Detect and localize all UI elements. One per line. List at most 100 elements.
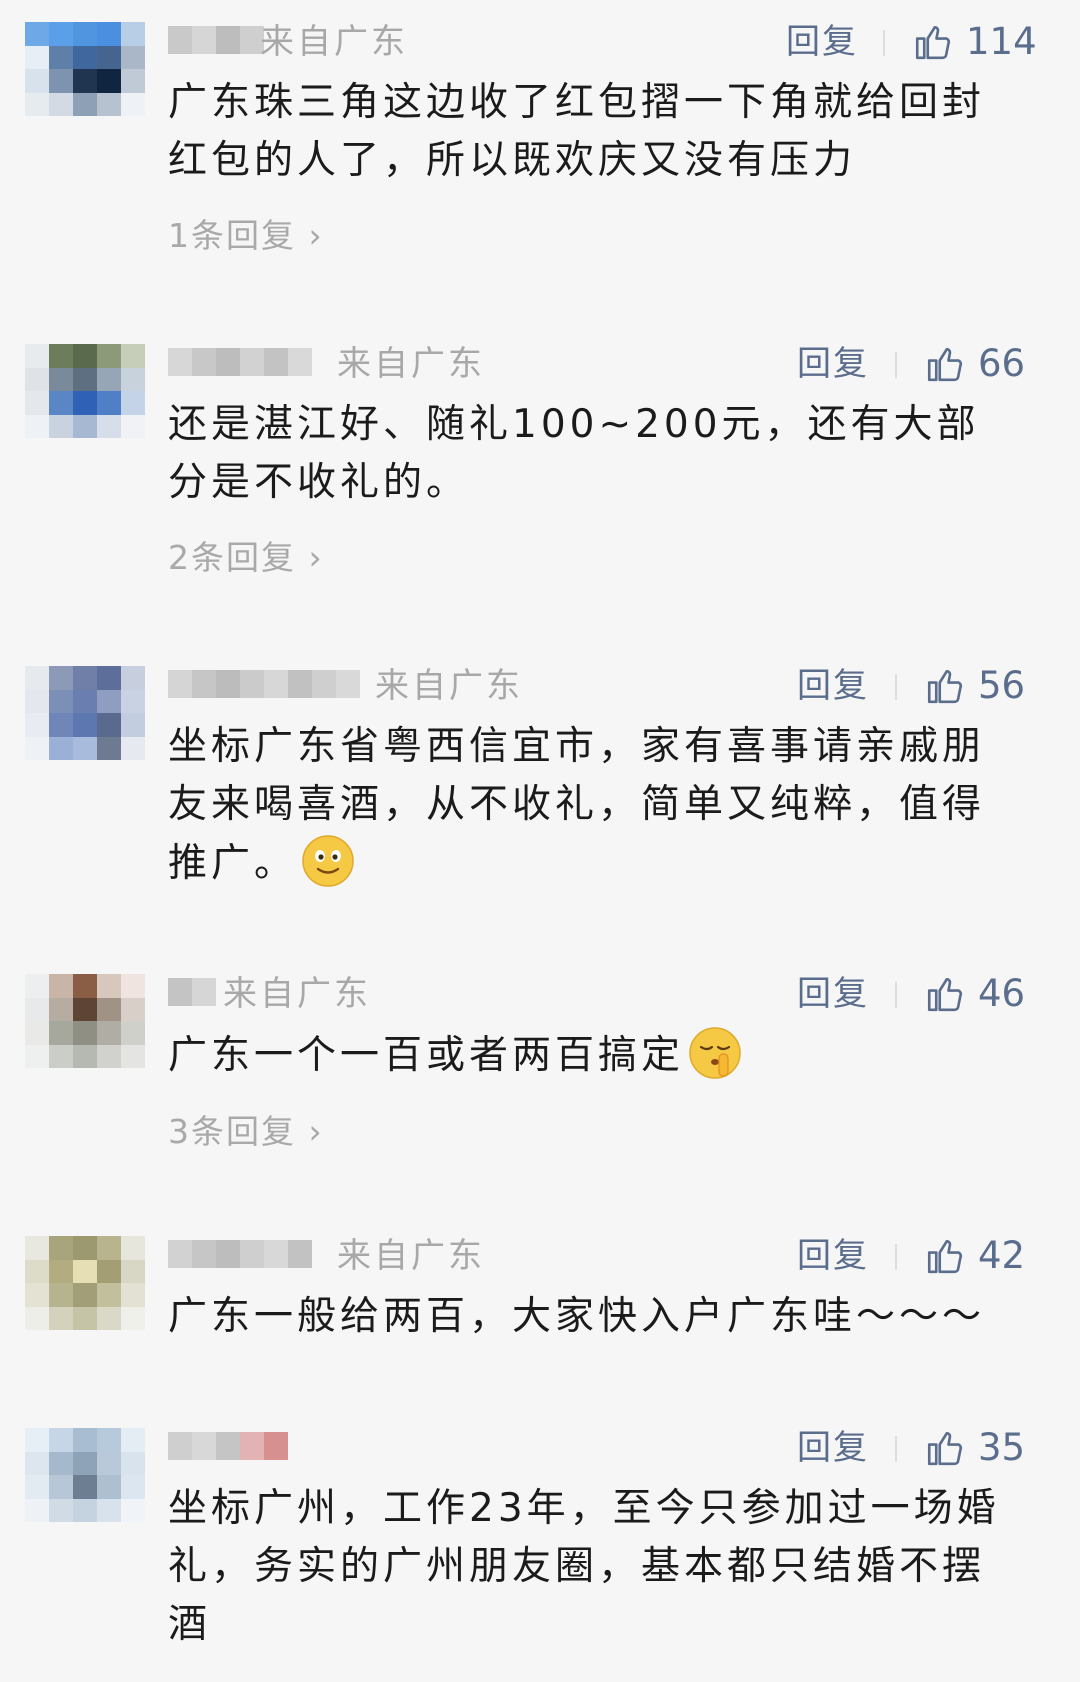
reply-button[interactable]: 回复 xyxy=(786,22,858,62)
username-pixel xyxy=(168,978,192,1006)
view-replies-link[interactable]: 3条回复 › xyxy=(168,1112,324,1152)
avatar-pixel xyxy=(121,1498,145,1522)
avatar-pixel xyxy=(49,1475,73,1499)
divider xyxy=(895,1436,897,1462)
avatar-pixel xyxy=(73,1236,97,1260)
avatar[interactable] xyxy=(25,666,145,760)
view-replies-link[interactable]: 1条回复 › xyxy=(168,216,324,256)
region-label: 来自广东 xyxy=(337,1236,485,1276)
avatar-pixel xyxy=(25,666,49,690)
username-pixel xyxy=(216,348,240,376)
username-pixel xyxy=(288,1240,312,1268)
replies-count: 2条回复 xyxy=(168,538,296,577)
comment-text: 广东一个一百或者两百搞定 xyxy=(168,1026,1018,1085)
divider xyxy=(895,352,897,378)
avatar-pixel xyxy=(73,713,97,737)
avatar-pixel xyxy=(73,1428,97,1452)
username-pixel xyxy=(168,1240,192,1268)
username-blurred[interactable] xyxy=(168,978,216,1006)
username-pixel xyxy=(336,670,360,698)
avatar-pixel xyxy=(73,69,97,93)
username-pixel xyxy=(216,670,240,698)
reply-button[interactable]: 回复 xyxy=(797,974,869,1014)
avatar-pixel xyxy=(49,414,73,438)
avatar-pixel xyxy=(121,22,145,46)
avatar-pixel xyxy=(25,1451,49,1475)
avatar-pixel xyxy=(97,391,121,415)
avatar-pixel xyxy=(49,22,73,46)
avatar-pixel xyxy=(97,974,121,998)
avatar[interactable] xyxy=(25,344,145,438)
avatar-pixel xyxy=(97,45,121,69)
replies-count: 1条回复 xyxy=(168,216,296,255)
like-button[interactable]: 46 xyxy=(924,972,1025,1016)
like-button[interactable]: 66 xyxy=(924,342,1025,386)
chevron-right-icon: › xyxy=(296,216,324,255)
reply-button[interactable]: 回复 xyxy=(797,344,869,384)
avatar-pixel xyxy=(25,1259,49,1283)
username-blurred[interactable] xyxy=(168,26,264,54)
like-button[interactable]: 42 xyxy=(924,1234,1025,1278)
reply-button[interactable]: 回复 xyxy=(797,666,869,706)
avatar-pixel xyxy=(25,1044,49,1068)
avatar-pixel xyxy=(49,1259,73,1283)
like-button[interactable]: 56 xyxy=(924,664,1025,708)
avatar-pixel xyxy=(121,69,145,93)
thumbs-up-icon xyxy=(927,1239,963,1274)
username-pixel xyxy=(240,670,264,698)
username-pixel xyxy=(264,1240,288,1268)
reply-button[interactable]: 回复 xyxy=(797,1236,869,1276)
chevron-right-icon: › xyxy=(296,538,324,577)
like-button[interactable]: 114 xyxy=(912,20,1037,64)
avatar-pixel xyxy=(121,367,145,391)
username-pixel xyxy=(288,670,312,698)
comment-text: 广东一般给两百，大家快入户广东哇～～～ xyxy=(168,1294,986,1339)
avatar-pixel xyxy=(97,713,121,737)
avatar-pixel xyxy=(121,1306,145,1330)
avatar-pixel xyxy=(49,1451,73,1475)
divider xyxy=(895,1244,897,1270)
avatar[interactable] xyxy=(25,974,145,1068)
avatar-pixel xyxy=(49,1044,73,1068)
username-pixel xyxy=(168,348,192,376)
username-pixel xyxy=(192,670,216,698)
avatar-pixel xyxy=(121,1283,145,1307)
avatar-pixel xyxy=(121,1475,145,1499)
avatar-pixel xyxy=(25,997,49,1021)
like-count: 46 xyxy=(978,972,1026,1015)
reply-button[interactable]: 回复 xyxy=(797,1428,869,1468)
comment-text-content: 坐标广东省粤西信宜市，家有喜事请亲戚朋友来喝喜酒，从不收礼，简单又纯粹，值得推广… xyxy=(168,724,986,886)
comment-text: 广东珠三角这边收了红包摺一下角就给回封红包的人了，所以既欢庆又没有压力 xyxy=(168,80,986,183)
avatar-pixel xyxy=(97,736,121,760)
avatar-pixel xyxy=(49,1306,73,1330)
avatar[interactable] xyxy=(25,22,145,116)
username-blurred[interactable] xyxy=(168,1432,288,1460)
username-blurred[interactable] xyxy=(168,348,312,376)
username-pixel xyxy=(168,26,192,54)
avatar-pixel xyxy=(49,1021,73,1045)
username-blurred[interactable] xyxy=(168,1240,312,1268)
avatar-pixel xyxy=(73,1498,97,1522)
avatar[interactable] xyxy=(25,1428,145,1522)
comment-text: 坐标广东省粤西信宜市，家有喜事请亲戚朋友来喝喜酒，从不收礼，简单又纯粹，值得推广… xyxy=(168,718,1018,893)
avatar-pixel xyxy=(73,45,97,69)
avatar-pixel xyxy=(121,391,145,415)
avatar-pixel xyxy=(97,69,121,93)
avatar-pixel xyxy=(97,367,121,391)
avatar-pixel xyxy=(73,736,97,760)
avatar-pixel xyxy=(73,974,97,998)
view-replies-link[interactable]: 2条回复 › xyxy=(168,538,324,578)
like-button[interactable]: 35 xyxy=(924,1426,1025,1470)
avatar-pixel xyxy=(121,1044,145,1068)
avatar-pixel xyxy=(97,1451,121,1475)
avatar-pixel xyxy=(121,666,145,690)
username-blurred[interactable] xyxy=(168,670,360,698)
avatar-pixel xyxy=(121,1259,145,1283)
thumbs-up-icon xyxy=(927,669,963,704)
avatar-pixel xyxy=(73,1306,97,1330)
username-pixel xyxy=(264,1432,288,1460)
username-pixel xyxy=(312,670,336,698)
divider xyxy=(895,982,897,1008)
avatar-pixel xyxy=(73,344,97,368)
avatar[interactable] xyxy=(25,1236,145,1330)
